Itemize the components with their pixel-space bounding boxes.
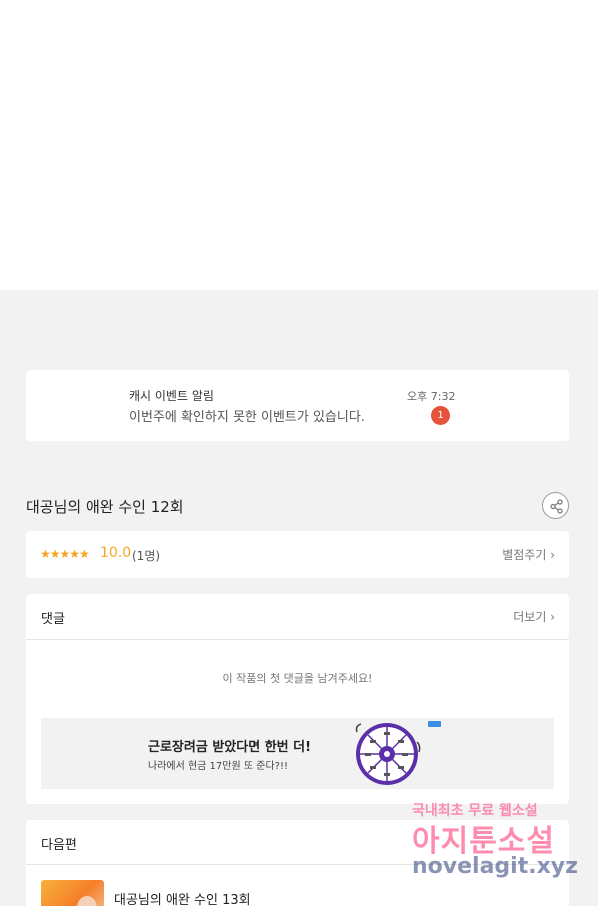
ad-subline: 나라에서 현금 17만원 또 준다?!! [148, 761, 288, 772]
rating-card: ★★★★★ 10.0 (1명) 별점주기 › [26, 531, 569, 578]
notification-card[interactable]: 캐시 이벤트 알림 이번주에 확인하지 못한 이벤트가 있습니다. 오후 7:3… [26, 370, 569, 441]
comments-more-link[interactable]: 더보기 › [513, 608, 555, 625]
ad-banner[interactable]: 근로장려금 받았다면 한번 더! 나라에서 현금 17만원 또 준다?!! [41, 718, 554, 789]
rating-count: (1명) [132, 549, 161, 563]
notification-time: 오후 7:32 [407, 390, 456, 403]
notification-badge: 1 [431, 406, 450, 425]
ad-label-icon [428, 721, 441, 727]
divider [26, 864, 569, 865]
share-button[interactable] [542, 492, 569, 519]
rating-score: 10.0 [100, 545, 132, 561]
next-episode-header: 다음편 [41, 838, 77, 853]
episode-title: 대공님의 애완 수인 12회 [26, 498, 184, 516]
roulette-wheel-icon [355, 723, 421, 785]
notification-message: 이번주에 확인하지 못한 이벤트가 있습니다. [129, 410, 365, 425]
notification-title: 캐시 이벤트 알림 [129, 389, 214, 403]
comments-empty-message: 이 작품의 첫 댓글을 남겨주세요! [222, 672, 373, 685]
comments-header: 댓글 [41, 612, 65, 627]
next-episode-section[interactable]: 다음편 대공님의 애완 수인 13회 [26, 820, 569, 906]
star-rating-icon: ★★★★★ [40, 547, 90, 561]
next-episode-title[interactable]: 대공님의 애완 수인 13회 [114, 889, 251, 906]
share-icon [550, 499, 563, 514]
comments-section: 댓글 더보기 › 이 작품의 첫 댓글을 남겨주세요! 근로장려금 받았다면 한… [26, 594, 569, 804]
divider [26, 639, 569, 640]
ad-headline: 근로장려금 받았다면 한번 더! [148, 740, 312, 755]
content-area-blank [0, 0, 598, 290]
next-episode-thumbnail[interactable] [41, 880, 104, 906]
rate-button[interactable]: 별점주기 › [502, 546, 555, 563]
